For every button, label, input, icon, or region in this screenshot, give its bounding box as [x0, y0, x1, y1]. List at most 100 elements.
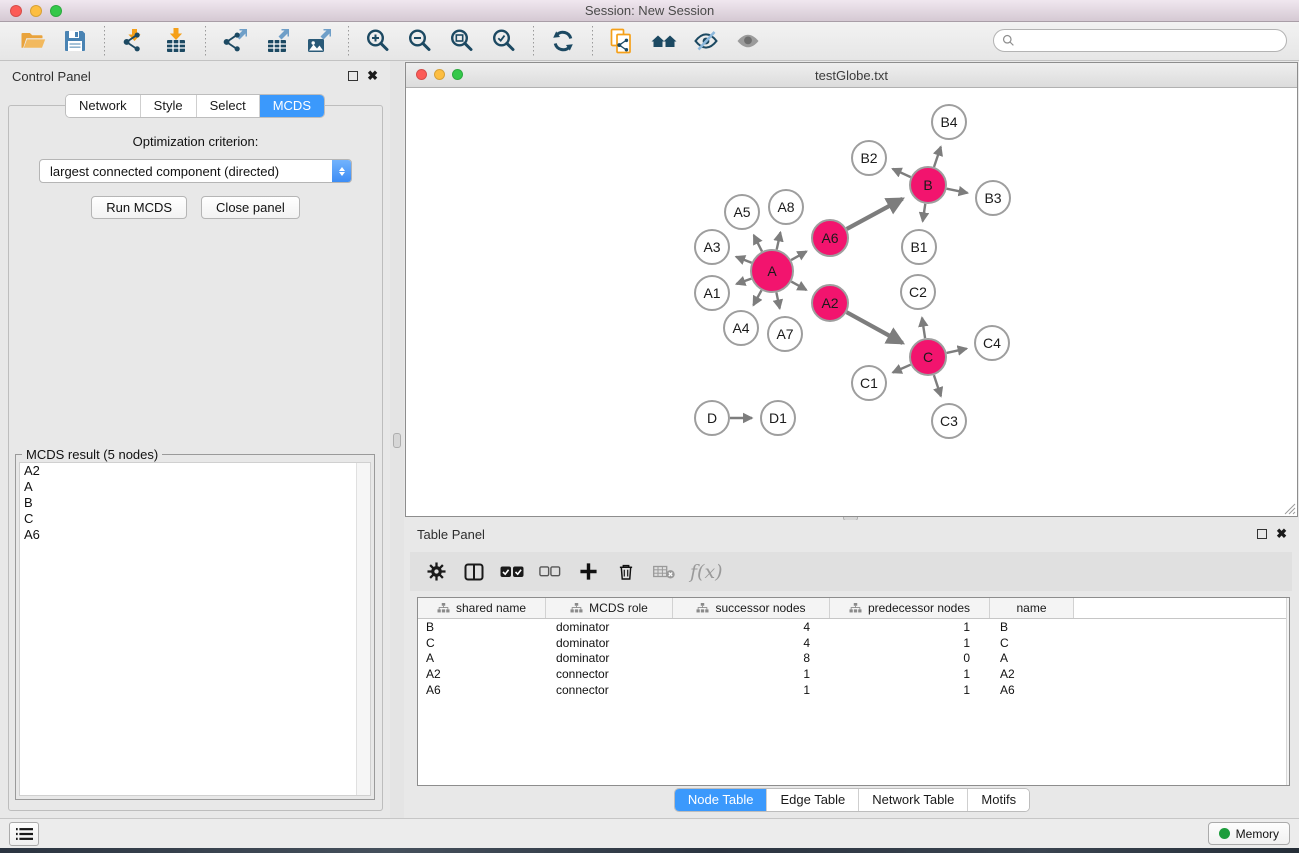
cell-shared-name[interactable]: B [418, 620, 546, 634]
cell-shared-name[interactable]: A6 [418, 683, 546, 697]
cell-shared-name[interactable]: A [418, 651, 546, 665]
mcds-result-list[interactable]: A2ABCA6 [19, 462, 371, 796]
edge-A2-C[interactable] [847, 312, 903, 343]
save-session-button[interactable] [56, 25, 94, 57]
edge-A-A6[interactable] [791, 251, 806, 260]
node-D1[interactable]: D1 [761, 401, 795, 435]
node-A2[interactable]: A2 [812, 285, 848, 321]
zoom-selected-button[interactable] [485, 25, 523, 57]
tab-node-table[interactable]: Node Table [675, 789, 768, 811]
zoom-out-button[interactable] [401, 25, 439, 57]
close-window-button[interactable] [10, 5, 22, 17]
float-panel-icon[interactable] [348, 71, 358, 81]
tab-network[interactable]: Network [66, 95, 141, 117]
column-header-shared-name[interactable]: shared name [418, 598, 546, 618]
zoom-in-button[interactable] [359, 25, 397, 57]
result-list-item[interactable]: A2 [20, 463, 370, 479]
table-row[interactable]: Adominator80A [418, 650, 1289, 666]
optimization-criterion-select[interactable]: largest connected component (directed) [39, 159, 352, 183]
node-A1[interactable]: A1 [695, 276, 729, 310]
edge-A-A3[interactable] [736, 257, 752, 263]
delete-column-button[interactable] [614, 559, 638, 585]
deselect-all-rows-button[interactable] [538, 559, 562, 585]
node-A8[interactable]: A8 [769, 190, 803, 224]
edge-A-A5[interactable] [754, 235, 762, 251]
cell-name[interactable]: A6 [990, 683, 1074, 697]
node-C[interactable]: C [910, 339, 946, 375]
tab-network-table[interactable]: Network Table [859, 789, 968, 811]
node-A7[interactable]: A7 [768, 317, 802, 351]
result-list-scrollbar[interactable] [356, 463, 370, 795]
edge-B-B1[interactable] [923, 204, 926, 222]
import-network-button[interactable] [115, 25, 153, 57]
cell-name[interactable]: A2 [990, 667, 1074, 681]
close-table-panel-icon[interactable]: ✖ [1276, 529, 1287, 539]
export-image-button[interactable] [300, 25, 338, 57]
node-B1[interactable]: B1 [902, 230, 936, 264]
edge-B-B3[interactable] [947, 189, 968, 193]
cell-predecessor-nodes[interactable]: 1 [830, 620, 990, 634]
cell-shared-name[interactable]: C [418, 636, 546, 650]
splitter-grip[interactable] [393, 433, 401, 448]
node-C4[interactable]: C4 [975, 326, 1009, 360]
column-header-predecessor-nodes[interactable]: predecessor nodes [830, 598, 990, 618]
cell-predecessor-nodes[interactable]: 1 [830, 683, 990, 697]
network-maximize-button[interactable] [452, 69, 463, 80]
table-row[interactable]: Bdominator41B [418, 619, 1289, 635]
cell-MCDS-role[interactable]: dominator [546, 620, 673, 634]
column-header-MCDS-role[interactable]: MCDS role [546, 598, 673, 618]
cell-successor-nodes[interactable]: 8 [673, 651, 830, 665]
cell-successor-nodes[interactable]: 4 [673, 636, 830, 650]
edge-A-A8[interactable] [777, 232, 781, 249]
table-row[interactable]: A2connector11A2 [418, 666, 1289, 682]
cell-MCDS-role[interactable]: dominator [546, 636, 673, 650]
export-table-button[interactable] [258, 25, 296, 57]
cell-successor-nodes[interactable]: 1 [673, 683, 830, 697]
search-input[interactable] [1020, 34, 1278, 48]
table-row[interactable]: A6connector11A6 [418, 682, 1289, 698]
show-all-networks-button[interactable] [645, 25, 683, 57]
cell-predecessor-nodes[interactable]: 0 [830, 651, 990, 665]
cell-MCDS-role[interactable]: dominator [546, 651, 673, 665]
edge-A-A4[interactable] [753, 290, 761, 305]
tab-edge-table[interactable]: Edge Table [767, 789, 859, 811]
network-canvas[interactable]: B4B2BB3A8A5A6B1A3AA1C2A2A4A7C4CC1C3DD1 [406, 88, 1297, 516]
column-header-successor-nodes[interactable]: successor nodes [673, 598, 830, 618]
edge-A-A7[interactable] [776, 293, 779, 309]
edge-A6-B[interactable] [847, 199, 903, 229]
refresh-layout-button[interactable] [544, 25, 582, 57]
run-mcds-button[interactable]: Run MCDS [91, 196, 187, 219]
tab-motifs[interactable]: Motifs [968, 789, 1029, 811]
edge-C-C1[interactable] [893, 365, 911, 373]
network-graph[interactable]: B4B2BB3A8A5A6B1A3AA1C2A2A4A7C4CC1C3DD1 [406, 88, 1297, 516]
cell-predecessor-nodes[interactable]: 1 [830, 667, 990, 681]
float-table-panel-icon[interactable] [1257, 529, 1267, 539]
tab-select[interactable]: Select [197, 95, 260, 117]
tab-mcds[interactable]: MCDS [260, 95, 324, 117]
edge-C-C3[interactable] [934, 375, 941, 396]
network-window-titlebar[interactable]: testGlobe.txt [406, 63, 1297, 88]
node-C1[interactable]: C1 [852, 366, 886, 400]
result-list-item[interactable]: A [20, 479, 370, 495]
node-A3[interactable]: A3 [695, 230, 729, 264]
node-B3[interactable]: B3 [976, 181, 1010, 215]
result-list-item[interactable]: A6 [20, 527, 370, 543]
node-D[interactable]: D [695, 401, 729, 435]
duplicate-network-button[interactable] [603, 25, 641, 57]
column-selector-button[interactable] [462, 559, 486, 585]
table-scrollbar[interactable] [1286, 598, 1289, 785]
edge-B-B2[interactable] [893, 169, 911, 177]
minimize-window-button[interactable] [30, 5, 42, 17]
result-list-item[interactable]: C [20, 511, 370, 527]
node-A6[interactable]: A6 [812, 220, 848, 256]
search-field[interactable] [993, 29, 1287, 52]
network-minimize-button[interactable] [434, 69, 445, 80]
node-B4[interactable]: B4 [932, 105, 966, 139]
tab-style[interactable]: Style [141, 95, 197, 117]
edge-A-A2[interactable] [791, 282, 806, 290]
close-panel-button[interactable]: Close panel [201, 196, 300, 219]
cell-MCDS-role[interactable]: connector [546, 683, 673, 697]
memory-button[interactable]: Memory [1208, 822, 1290, 845]
cell-MCDS-role[interactable]: connector [546, 667, 673, 681]
network-close-button[interactable] [416, 69, 427, 80]
